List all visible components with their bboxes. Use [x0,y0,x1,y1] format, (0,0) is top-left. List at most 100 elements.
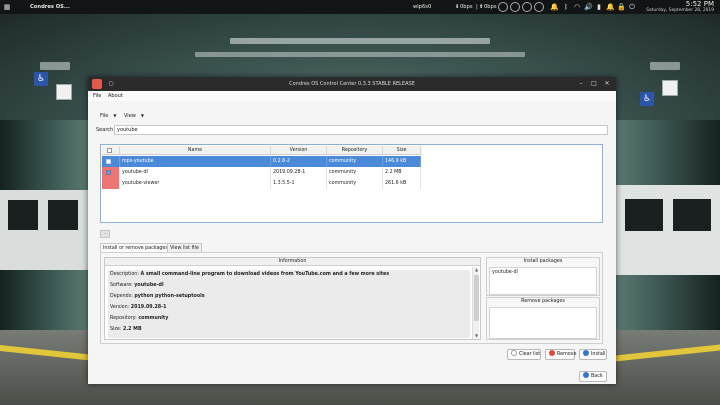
install-package-item[interactable]: youtube-dl [492,270,518,276]
clock[interactable]: 5:52 PM Saturday, September 28, 2019 [646,0,714,14]
collapse-button[interactable]: – [100,230,110,238]
info-version: Version: 2019.09.28-1 [110,305,166,311]
clock-date: Saturday, September 28, 2019 [646,8,714,13]
remove-packages-list[interactable] [489,307,597,339]
tab-install-remove[interactable]: Install or remove packages [100,243,171,252]
install-packages-header: Install packages [523,259,563,264]
header-checkbox-cell[interactable] [102,146,120,155]
row-checkbox-cell[interactable] [102,178,120,189]
cell-repository: community [327,178,383,189]
remove-packages-box: Remove packages [486,297,600,340]
row-checkbox-cell[interactable] [102,167,120,178]
select-all-checkbox[interactable] [107,148,112,153]
info-label: Repository: [110,316,139,321]
row-checkbox-cell[interactable] [102,156,120,167]
column-header-version[interactable]: Version [271,146,327,155]
minimize-icon[interactable]: – [576,79,586,89]
info-description: Description: A small command-line progra… [110,272,389,278]
remove-label: Remove [557,352,577,357]
station-sign [662,80,678,96]
back-arrow-icon [583,372,589,378]
gauge-circle-icon[interactable] [498,2,508,12]
cell-repository: community [327,156,383,167]
wallpaper-right-train [615,185,720,275]
separator: | [476,4,478,10]
cell-name: youtube-viewer [120,178,271,189]
table-header: Name Version Repository Size [102,146,422,155]
info-label: Depends: [110,294,135,299]
bell-icon[interactable]: 🔔 [606,3,615,11]
row-checkbox[interactable] [106,159,111,164]
close-icon[interactable]: ✕ [602,79,612,89]
back-button[interactable]: Back [579,371,607,382]
info-label: Description: [110,272,141,277]
install-packages-list[interactable]: youtube-dl [489,267,597,295]
scroll-down-icon[interactable]: ▼ [473,333,480,339]
upload-rate: 0bps [484,4,497,10]
cell-size: 261.6 kB [383,178,421,189]
download-rate: 0bps [460,4,473,10]
package-table: Name Version Repository Size mps-youtube… [100,144,603,223]
ceiling-light [40,62,70,70]
volume-icon[interactable]: 🔊 [584,3,593,11]
table-row[interactable]: mps-youtube 0.2.8-2 community 146.9 kB [102,156,422,167]
toolbar-view-label: View [124,113,136,119]
tab-view-list-file[interactable]: View list file [167,243,202,252]
column-header-size[interactable]: Size [383,146,421,155]
info-value: community [138,316,169,321]
window-titlebar[interactable]: ○ Condres OS Control Center 0.3.3 STABLE… [88,77,616,91]
info-value: 2.2 MB [123,327,142,332]
row-checkbox-checked[interactable] [106,170,111,175]
scroll-up-icon[interactable]: ▲ [473,267,480,273]
information-body[interactable]: Description: A small command-line progra… [108,270,470,338]
info-size: Size: 2.2 MB [110,327,142,333]
control-center-window: ○ Condres OS Control Center 0.3.3 STABLE… [88,77,616,384]
app-menu-icon[interactable]: ▦ [3,3,11,11]
battery-icon[interactable]: ▮ [595,3,603,11]
info-scrollbar[interactable]: ▲ ▼ [472,267,479,339]
gauge-circle-icon[interactable] [522,2,532,12]
top-panel: ▦ Condres OS... wlp6s0 ⬇ 0bps | ⬆ 0bps 🔔… [0,0,720,14]
toolbar-view-dropdown[interactable]: View ▼ [124,112,144,120]
scrollbar-thumb[interactable] [474,275,479,321]
install-label: Install [591,352,606,357]
search-label: Search [96,127,114,133]
cell-version: 1.3.5.5-1 [271,178,327,189]
network-interface: wlp6s0 [413,4,432,10]
active-app-name[interactable]: Condres OS... [30,0,70,14]
bluetooth-icon[interactable]: ᛒ [562,3,570,11]
menubar: File About [88,91,616,101]
remove-icon [549,350,555,356]
info-label: Version: [110,305,131,310]
maximize-icon[interactable]: □ [589,79,599,89]
chevron-down-icon: ▼ [113,113,117,118]
lock-icon[interactable]: 🔒 [617,3,626,11]
info-value: 2019.09.28-1 [130,305,167,310]
search-input[interactable] [114,125,608,135]
table-row[interactable]: youtube-viewer 1.3.5.5-1 community 261.6… [102,178,422,189]
wifi-icon[interactable]: ◠ [573,3,581,11]
install-remove-panel: Information Description: A small command… [100,252,603,344]
menu-about[interactable]: About [108,91,123,101]
cell-size: 146.9 kB [383,156,421,167]
power-icon[interactable]: ⏻ [628,3,636,11]
info-depends: Depends: python python-setuptools [110,294,205,300]
column-header-name[interactable]: Name [120,146,271,155]
install-button[interactable]: Install [579,349,607,360]
ceiling-light [230,38,490,44]
remove-button[interactable]: Remove [545,349,577,360]
cell-name: youtube-dl [120,167,271,178]
window-title: Condres OS Control Center 0.3.3 STABLE R… [289,81,415,87]
clear-list-label: Clear list [519,352,541,357]
toolbar-file-dropdown[interactable]: File ▼ [100,112,116,120]
gauge-circle-icon[interactable] [510,2,520,12]
table-row[interactable]: youtube-dl 2019.09.28-1 community 2.2 MB [102,167,422,178]
menu-file[interactable]: File [93,91,101,101]
ceiling-light [650,62,680,70]
gauge-circle-icon[interactable] [534,2,544,12]
info-value: python python-setuptools [134,294,205,299]
accessibility-sign-icon: ♿ [640,92,654,106]
clear-list-button[interactable]: Clear list [507,349,541,360]
column-header-repository[interactable]: Repository [327,146,383,155]
bell-icon[interactable]: 🔔 [550,3,559,11]
